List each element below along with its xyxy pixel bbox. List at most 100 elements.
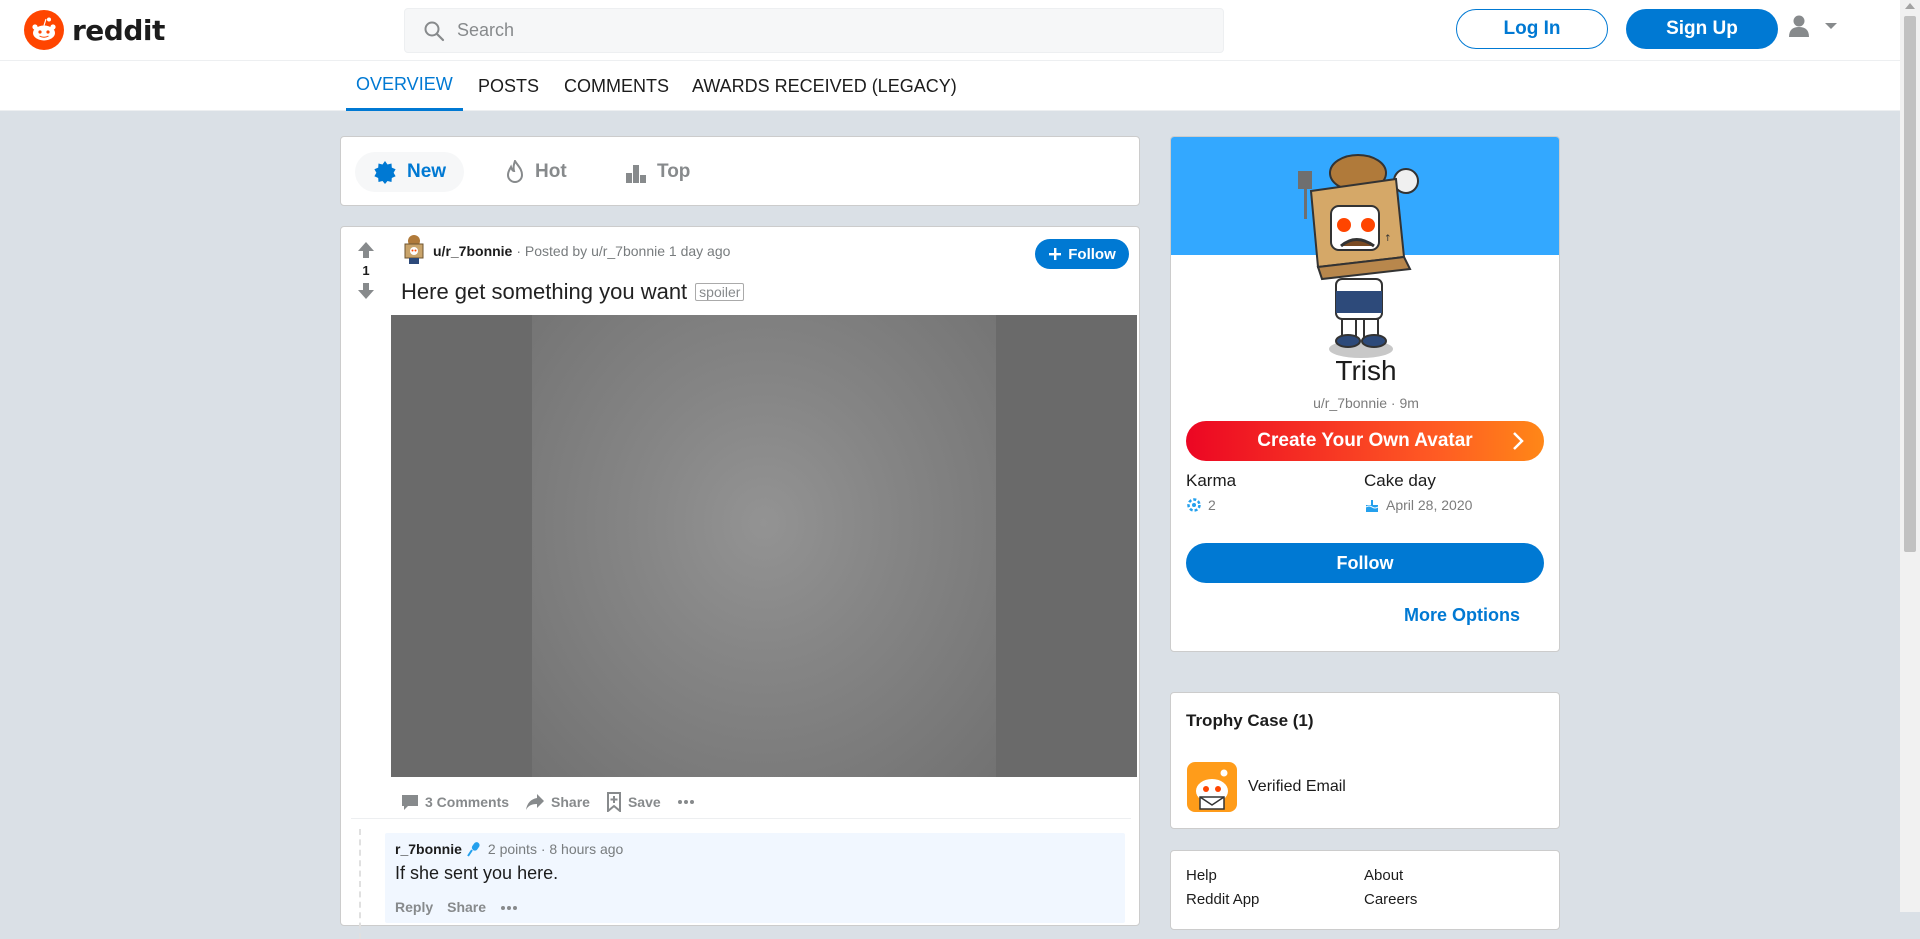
microphone-icon <box>467 842 480 857</box>
svg-text:↑: ↑ <box>1384 234 1392 244</box>
tab-awards-received[interactable]: AWARDS RECEIVED (LEGACY) <box>682 61 967 111</box>
footer-link-reddit-app[interactable]: Reddit App <box>1186 891 1259 908</box>
search-bar[interactable] <box>404 8 1224 53</box>
spoiler-tag: spoiler <box>695 283 745 301</box>
create-avatar-label: Create Your Own Avatar <box>1257 430 1473 451</box>
follow-button-small[interactable]: Follow <box>1035 239 1129 269</box>
post-title[interactable]: Here get something you want spoiler <box>401 279 745 305</box>
sort-new-button[interactable]: New <box>355 152 465 192</box>
reddit-logo[interactable]: reddit <box>24 10 165 50</box>
vote-controls: 1 <box>351 241 381 300</box>
karma-stat: Karma 2 <box>1186 471 1236 513</box>
comments-button[interactable]: 3 Comments <box>401 793 509 811</box>
page-scrollbar[interactable] <box>1900 0 1920 912</box>
sort-top-label: Top <box>657 161 691 182</box>
chevron-right-icon <box>1513 432 1524 450</box>
plus-icon <box>1049 248 1062 260</box>
media-image-center <box>532 315 996 777</box>
cake-day-stat: Cake day April 28, 2020 <box>1364 471 1472 513</box>
share-button[interactable]: Share <box>525 793 590 811</box>
comment-meta: r_7bonnie 2 points · 8 hours ago <box>395 841 623 857</box>
reddit-snoo-icon <box>24 10 64 50</box>
top-bars-icon <box>626 165 646 183</box>
top-header: reddit Log In Sign Up <box>0 0 1900 61</box>
cake-day-label: Cake day <box>1364 471 1436 490</box>
profile-username: u/r_7bonnie · 9m <box>1313 395 1419 411</box>
sort-top-button[interactable]: Top <box>607 152 708 192</box>
more-actions-button[interactable] <box>677 799 695 805</box>
sign-up-button[interactable]: Sign Up <box>1626 9 1778 49</box>
more-options-link[interactable]: More Options <box>1404 605 1520 626</box>
trophy-case-title: Trophy Case (1) <box>1186 711 1314 730</box>
comment-author[interactable]: r_7bonnie <box>395 841 462 857</box>
sort-new-label: New <box>407 161 447 182</box>
search-input[interactable] <box>455 19 1155 42</box>
sort-hot-label: Hot <box>535 161 567 182</box>
comment-body: If she sent you here. <box>395 863 559 883</box>
log-in-button[interactable]: Log In <box>1456 9 1608 49</box>
post-title-text: Here get something you want <box>401 279 688 304</box>
bookmark-plus-icon <box>606 792 621 812</box>
create-avatar-button[interactable]: Create Your Own Avatar <box>1186 421 1544 461</box>
flame-icon <box>506 160 524 183</box>
cake-day-value-row: April 28, 2020 <box>1364 497 1472 513</box>
karma-value: 2 <box>1208 497 1216 513</box>
chevron-down-icon <box>1825 23 1837 29</box>
profile-card: ↑ Trish u/r_7bonnie · 9m Create Your Own… <box>1170 136 1560 652</box>
reply-button[interactable]: Reply <box>395 899 433 915</box>
downvote-arrow-icon[interactable] <box>357 282 375 300</box>
sort-hot-button[interactable]: Hot <box>487 152 585 192</box>
post-meta: u/r_7bonnie · Posted by u/r_7bonnie 1 da… <box>401 231 730 271</box>
karma-value-row: 2 <box>1186 497 1236 513</box>
reddit-wordmark: reddit <box>72 13 165 47</box>
footer-link-help[interactable]: Help <box>1186 867 1217 884</box>
post-card[interactable]: 1 u/r_7bonnie · Posted by u/r_7bonnie 1 … <box>340 226 1140 939</box>
profile-tabs: OVERVIEW POSTS COMMENTS AWARDS RECEIVED … <box>0 61 1900 111</box>
comment-bubble-icon <box>402 795 418 810</box>
upvote-arrow-icon[interactable] <box>357 241 375 259</box>
post-actions: 3 Comments Share Save <box>401 787 695 817</box>
search-icon <box>424 21 445 41</box>
follow-label: Follow <box>1068 245 1116 263</box>
more-dots-icon <box>677 800 694 804</box>
new-burst-icon <box>374 161 396 184</box>
comment-points-time: 2 points · 8 hours ago <box>487 841 624 857</box>
comment-actions: Reply Share <box>395 899 518 915</box>
post-media-image[interactable] <box>391 315 1137 777</box>
save-button[interactable]: Save <box>606 792 661 812</box>
save-label: Save <box>627 794 661 810</box>
share-label: Share <box>551 794 590 810</box>
user-avatar-icon[interactable] <box>401 234 427 268</box>
tab-comments[interactable]: COMMENTS <box>554 61 679 111</box>
share-arrow-icon <box>526 794 545 810</box>
tab-overview[interactable]: OVERVIEW <box>346 61 463 111</box>
vote-count: 1 <box>362 263 370 278</box>
snoo-avatar-icon: ↑ <box>1298 154 1419 358</box>
cake-day-value: April 28, 2020 <box>1386 497 1473 513</box>
tab-posts[interactable]: POSTS <box>468 61 549 111</box>
user-menu-dropdown[interactable] <box>1788 14 1838 38</box>
post-divider <box>351 818 1131 819</box>
footer-link-about[interactable]: About <box>1364 867 1403 884</box>
trophy-name: Verified Email <box>1248 778 1346 795</box>
comment-share-button[interactable]: Share <box>447 899 486 915</box>
footer-link-careers[interactable]: Careers <box>1364 891 1417 908</box>
post-author[interactable]: u/r_7bonnie <box>433 243 512 259</box>
follow-button[interactable]: Follow <box>1186 543 1544 583</box>
trophy-case-card: Trophy Case (1) Verified Email <box>1170 692 1560 829</box>
cake-icon <box>1365 500 1379 512</box>
scroll-up-arrow-icon[interactable] <box>1905 3 1915 9</box>
more-dots-icon[interactable] <box>500 899 518 913</box>
scrollbar-thumb[interactable] <box>1904 16 1916 552</box>
post-posted-by: · Posted by u/r_7bonnie 1 day ago <box>516 243 731 259</box>
karma-label: Karma <box>1186 471 1237 490</box>
comments-label: 3 Comments <box>425 794 510 810</box>
trophy-item[interactable]: Verified Email <box>1186 761 1346 813</box>
karma-star-icon <box>1187 498 1201 512</box>
verified-email-trophy-icon <box>1187 762 1237 812</box>
sort-bar: New Hot Top <box>340 136 1140 206</box>
comment-thread-line[interactable] <box>359 829 361 939</box>
user-icon <box>1789 15 1809 37</box>
comment: r_7bonnie 2 points · 8 hours ago If she … <box>385 833 1125 923</box>
footer-links-card: Help About Reddit App Careers <box>1170 850 1560 930</box>
